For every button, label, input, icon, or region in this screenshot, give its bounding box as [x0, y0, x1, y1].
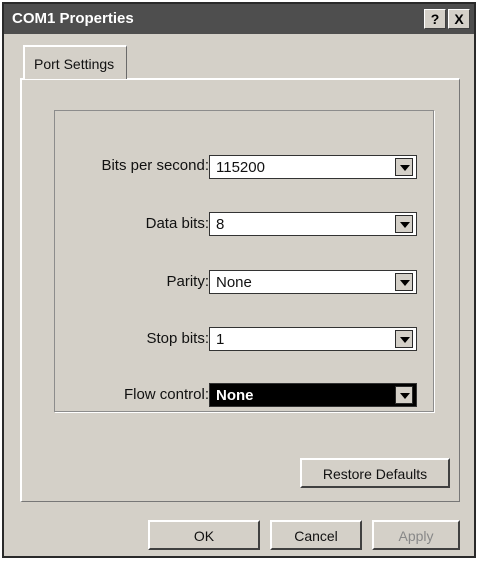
- settings-group: Bits per second: 115200 Data bits: 8 Par…: [54, 110, 434, 412]
- apply-button: Apply: [372, 520, 460, 550]
- restore-defaults-button[interactable]: Restore Defaults: [300, 458, 450, 488]
- chevron-down-icon[interactable]: [395, 330, 413, 348]
- help-icon[interactable]: ?: [424, 9, 446, 29]
- chevron-down-icon[interactable]: [395, 158, 413, 176]
- stop-bits-select[interactable]: 1: [209, 327, 417, 351]
- close-icon[interactable]: X: [448, 9, 470, 29]
- title-bar[interactable]: COM1 Properties ? X: [4, 4, 474, 34]
- parity-label: Parity:: [166, 273, 209, 290]
- bits-per-second-value: 115200: [216, 159, 265, 176]
- ok-button[interactable]: OK: [148, 520, 260, 550]
- flow-control-label: Flow control:: [123, 386, 209, 403]
- parity-select[interactable]: None: [209, 270, 417, 294]
- flow-control-select[interactable]: None: [209, 383, 417, 407]
- stop-bits-label: Stop bits:: [146, 330, 209, 347]
- stop-bits-value: 1: [216, 331, 225, 348]
- parity-value: None: [216, 274, 252, 291]
- cancel-button[interactable]: Cancel: [270, 520, 362, 550]
- window-title: COM1 Properties: [12, 10, 134, 27]
- chevron-down-icon[interactable]: [395, 386, 413, 404]
- chevron-down-icon[interactable]: [395, 273, 413, 291]
- data-bits-value: 8: [216, 216, 225, 233]
- chevron-down-icon[interactable]: [395, 215, 413, 233]
- port-settings-panel: Bits per second: 115200 Data bits: 8 Par…: [20, 78, 460, 502]
- bits-per-second-select[interactable]: 115200: [209, 155, 417, 179]
- data-bits-label: Data bits:: [145, 215, 209, 232]
- bits-per-second-label: Bits per second:: [101, 157, 209, 174]
- data-bits-select[interactable]: 8: [209, 212, 417, 236]
- properties-dialog: COM1 Properties ? X Port Settings Bits p…: [2, 2, 476, 558]
- tab-label: Port Settings: [34, 56, 115, 72]
- flow-control-value: None: [216, 387, 254, 404]
- tab-port-settings[interactable]: Port Settings: [23, 45, 127, 79]
